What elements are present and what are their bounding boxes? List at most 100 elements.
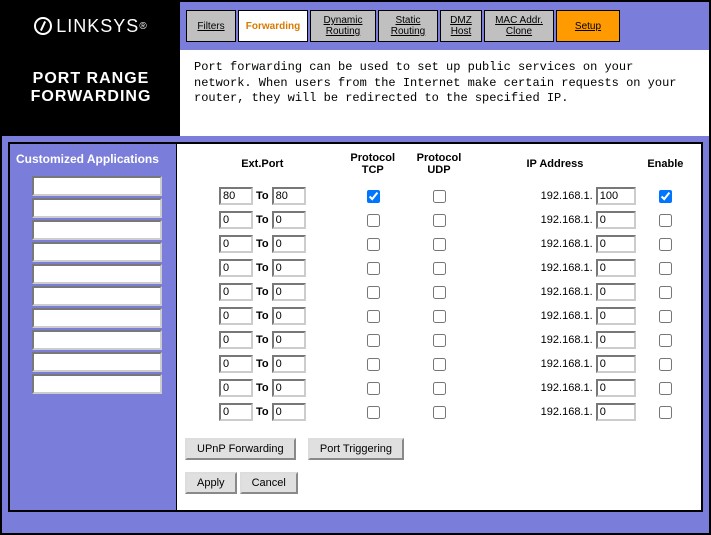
port-to-input[interactable] bbox=[272, 235, 306, 253]
enable-checkbox[interactable] bbox=[659, 262, 672, 275]
enable-checkbox[interactable] bbox=[659, 238, 672, 251]
to-label: To bbox=[256, 238, 269, 250]
udp-checkbox[interactable] bbox=[433, 382, 446, 395]
port-to-input[interactable] bbox=[272, 307, 306, 325]
logo-text: LINKSYS bbox=[56, 16, 139, 37]
primary-buttons: Apply Cancel bbox=[185, 472, 693, 494]
app-name-input[interactable] bbox=[32, 242, 162, 262]
ip-prefix-label: 192.168.1. bbox=[541, 406, 593, 418]
ip-last-octet-input[interactable] bbox=[596, 235, 636, 253]
port-from-input[interactable] bbox=[219, 307, 253, 325]
enable-checkbox[interactable] bbox=[659, 358, 672, 371]
port-from-input[interactable] bbox=[219, 379, 253, 397]
app-name-input[interactable] bbox=[32, 264, 162, 284]
enable-checkbox[interactable] bbox=[659, 214, 672, 227]
tab-static-routing[interactable]: StaticRouting bbox=[378, 10, 438, 42]
port-to-input[interactable] bbox=[272, 211, 306, 229]
content-panel: Customized Applications Ext.Port Protoco… bbox=[8, 142, 703, 512]
port-from-input[interactable] bbox=[219, 235, 253, 253]
ip-last-octet-input[interactable] bbox=[596, 307, 636, 325]
app-name-input[interactable] bbox=[32, 352, 162, 372]
port-from-input[interactable] bbox=[219, 355, 253, 373]
udp-checkbox[interactable] bbox=[433, 262, 446, 275]
port-from-input[interactable] bbox=[219, 211, 253, 229]
port-to-input[interactable] bbox=[272, 379, 306, 397]
tcp-checkbox[interactable] bbox=[367, 382, 380, 395]
port-to-input[interactable] bbox=[272, 283, 306, 301]
ip-last-octet-input[interactable] bbox=[596, 379, 636, 397]
tcp-checkbox[interactable] bbox=[367, 238, 380, 251]
ip-prefix-label: 192.168.1. bbox=[541, 382, 593, 394]
app-name-input[interactable] bbox=[32, 220, 162, 240]
app-name-input[interactable] bbox=[32, 176, 162, 196]
port-to-input[interactable] bbox=[272, 355, 306, 373]
ip-prefix-label: 192.168.1. bbox=[541, 262, 593, 274]
udp-checkbox[interactable] bbox=[433, 406, 446, 419]
to-label: To bbox=[256, 358, 269, 370]
ip-last-octet-input[interactable] bbox=[596, 355, 636, 373]
tcp-checkbox[interactable] bbox=[367, 190, 380, 203]
tab-dynamic-routing[interactable]: DynamicRouting bbox=[310, 10, 376, 42]
col-ext-port: Ext.Port bbox=[185, 150, 340, 184]
to-label: To bbox=[256, 310, 269, 322]
enable-checkbox[interactable] bbox=[659, 406, 672, 419]
app-name-input[interactable] bbox=[32, 198, 162, 218]
app-name-input[interactable] bbox=[32, 286, 162, 306]
ip-last-octet-input[interactable] bbox=[596, 187, 636, 205]
udp-checkbox[interactable] bbox=[433, 358, 446, 371]
enable-checkbox[interactable] bbox=[659, 382, 672, 395]
table-row: To192.168.1. bbox=[185, 208, 693, 232]
enable-checkbox[interactable] bbox=[659, 310, 672, 323]
tab-mac-clone[interactable]: MAC Addr.Clone bbox=[484, 10, 554, 42]
port-from-input[interactable] bbox=[219, 283, 253, 301]
enable-checkbox[interactable] bbox=[659, 190, 672, 203]
ip-last-octet-input[interactable] bbox=[596, 403, 636, 421]
udp-checkbox[interactable] bbox=[433, 214, 446, 227]
udp-checkbox[interactable] bbox=[433, 238, 446, 251]
udp-checkbox[interactable] bbox=[433, 310, 446, 323]
port-to-input[interactable] bbox=[272, 403, 306, 421]
table-row: To192.168.1. bbox=[185, 376, 693, 400]
tab-setup[interactable]: Setup bbox=[556, 10, 620, 42]
header-row: PORT RANGE FORWARDING Port forwarding ca… bbox=[2, 50, 709, 136]
ip-prefix-label: 192.168.1. bbox=[541, 286, 593, 298]
router-admin-frame: LINKSYS® Filters Forwarding DynamicRouti… bbox=[0, 0, 711, 535]
app-inputs bbox=[14, 176, 172, 394]
app-name-input[interactable] bbox=[32, 308, 162, 328]
apply-button[interactable]: Apply bbox=[185, 472, 237, 494]
port-from-input[interactable] bbox=[219, 331, 253, 349]
applications-column: Customized Applications bbox=[10, 144, 176, 510]
upnp-forwarding-button[interactable]: UPnP Forwarding bbox=[185, 438, 296, 460]
tcp-checkbox[interactable] bbox=[367, 286, 380, 299]
udp-checkbox[interactable] bbox=[433, 334, 446, 347]
tcp-checkbox[interactable] bbox=[367, 262, 380, 275]
port-from-input[interactable] bbox=[219, 403, 253, 421]
app-name-input[interactable] bbox=[32, 330, 162, 350]
enable-checkbox[interactable] bbox=[659, 334, 672, 347]
ip-last-octet-input[interactable] bbox=[596, 259, 636, 277]
port-from-input[interactable] bbox=[219, 259, 253, 277]
udp-checkbox[interactable] bbox=[433, 190, 446, 203]
tab-dmz-host[interactable]: DMZHost bbox=[440, 10, 482, 42]
port-from-input[interactable] bbox=[219, 187, 253, 205]
top-row: LINKSYS® Filters Forwarding DynamicRouti… bbox=[2, 2, 709, 50]
ip-last-octet-input[interactable] bbox=[596, 211, 636, 229]
port-to-input[interactable] bbox=[272, 187, 306, 205]
port-to-input[interactable] bbox=[272, 331, 306, 349]
port-triggering-button[interactable]: Port Triggering bbox=[308, 438, 404, 460]
table-row: To192.168.1. bbox=[185, 280, 693, 304]
cancel-button[interactable]: Cancel bbox=[240, 472, 298, 494]
tcp-checkbox[interactable] bbox=[367, 358, 380, 371]
ip-last-octet-input[interactable] bbox=[596, 331, 636, 349]
tcp-checkbox[interactable] bbox=[367, 406, 380, 419]
tab-filters[interactable]: Filters bbox=[186, 10, 236, 42]
ip-last-octet-input[interactable] bbox=[596, 283, 636, 301]
port-to-input[interactable] bbox=[272, 259, 306, 277]
tcp-checkbox[interactable] bbox=[367, 334, 380, 347]
app-name-input[interactable] bbox=[32, 374, 162, 394]
tcp-checkbox[interactable] bbox=[367, 310, 380, 323]
tcp-checkbox[interactable] bbox=[367, 214, 380, 227]
enable-checkbox[interactable] bbox=[659, 286, 672, 299]
tab-forwarding[interactable]: Forwarding bbox=[238, 10, 308, 42]
udp-checkbox[interactable] bbox=[433, 286, 446, 299]
